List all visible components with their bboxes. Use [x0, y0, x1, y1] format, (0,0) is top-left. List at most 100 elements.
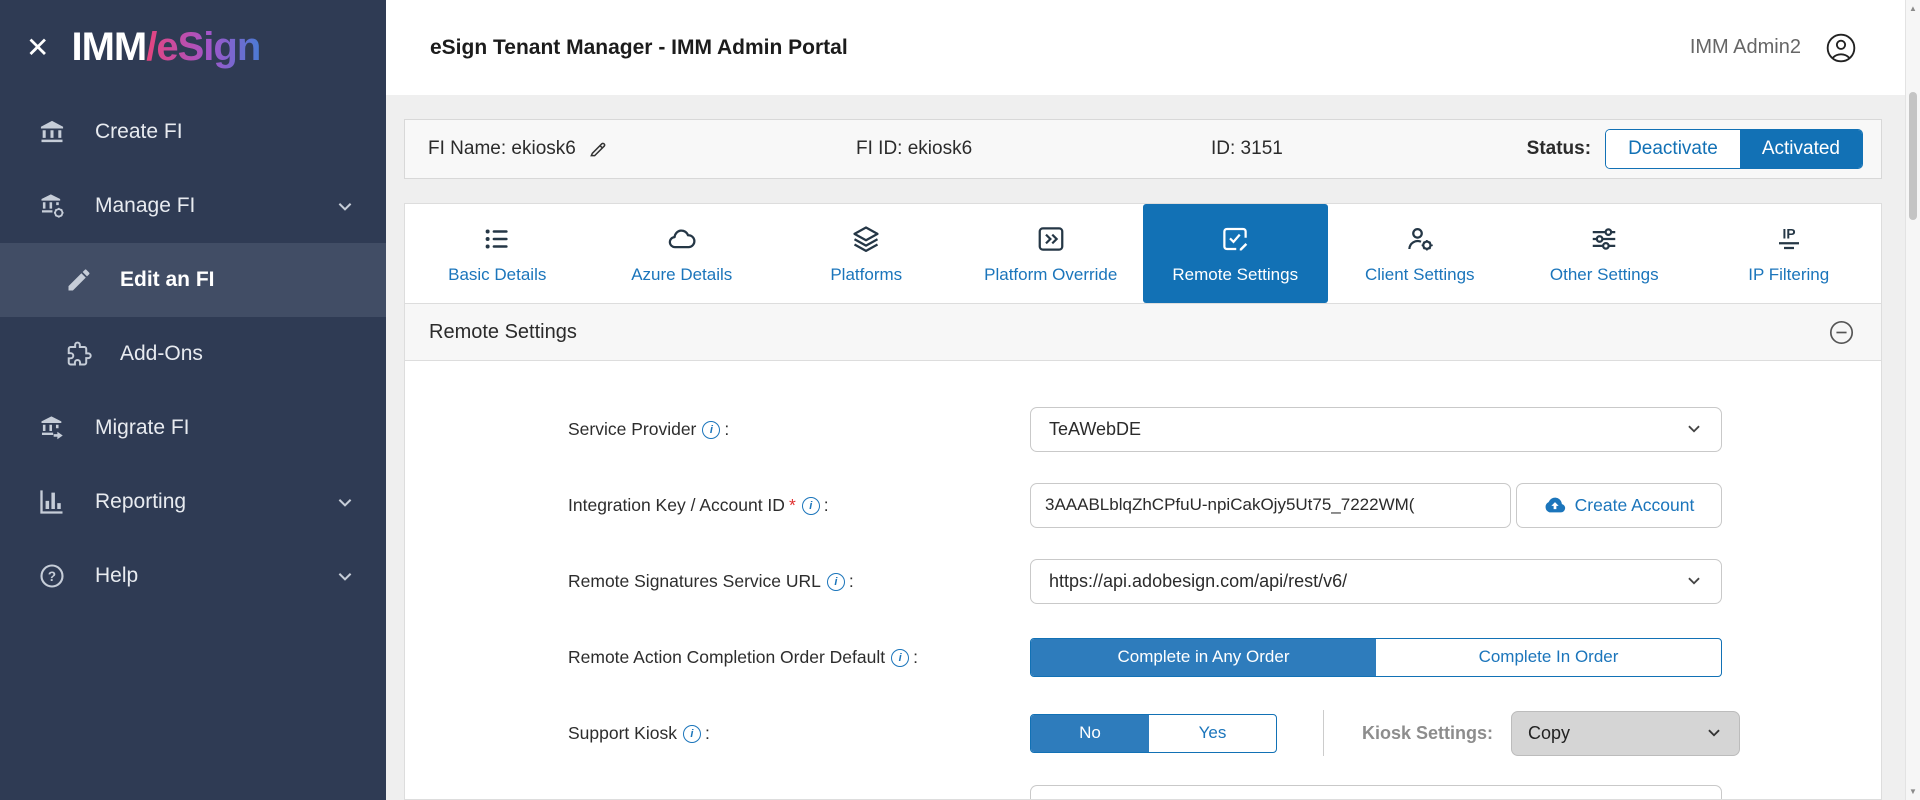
kiosk-no-option[interactable]: No	[1031, 714, 1149, 752]
support-kiosk-toggle: No Yes	[1030, 713, 1277, 753]
tab-azure-details[interactable]: Azure Details	[590, 204, 775, 303]
activated-button[interactable]: Activated	[1739, 130, 1862, 168]
chevron-down-icon	[336, 197, 354, 215]
manage-fi-icon	[37, 191, 67, 221]
sidebar-header: ✕ IMM/eSign	[0, 0, 386, 95]
chevron-down-icon	[336, 493, 354, 511]
select-value: Copy	[1528, 722, 1571, 743]
user-avatar-icon[interactable]	[1825, 32, 1857, 64]
page-scrollbar[interactable]: ▲ ▼	[1905, 0, 1920, 800]
form-row-remote-url: Remote Signatures Service URL i: https://…	[405, 543, 1881, 619]
settings-panel: Basic Details Azure Details Platforms Pl…	[404, 203, 1882, 800]
info-icon[interactable]: i	[891, 648, 910, 667]
info-icon[interactable]: i	[702, 420, 721, 439]
list-icon	[481, 223, 513, 255]
layers-icon	[850, 223, 882, 255]
content-area: FI Name: ekiosk6 FI ID: ekiosk6 ID: 3151…	[386, 95, 1905, 800]
tab-label: Remote Settings	[1172, 264, 1299, 284]
tab-basic-details[interactable]: Basic Details	[405, 204, 590, 303]
info-icon[interactable]: i	[682, 724, 701, 743]
integration-key-label: Integration Key / Account ID * i:	[568, 494, 829, 515]
app-window: ✕ IMM/eSign Create FI Manage FI Edit an …	[0, 0, 1920, 800]
sidebar: ✕ IMM/eSign Create FI Manage FI Edit an …	[0, 0, 386, 800]
main-area: eSign Tenant Manager - IMM Admin Portal …	[386, 0, 1905, 800]
tab-remote-settings[interactable]: Remote Settings	[1143, 204, 1328, 303]
logo-imm: IMM	[71, 25, 147, 69]
complete-any-order-option[interactable]: Complete in Any Order	[1031, 638, 1376, 676]
form-row-completion-order: Remote Action Completion Order Default i:…	[405, 619, 1881, 695]
sidebar-item-reporting[interactable]: Reporting	[0, 465, 386, 539]
tab-other-settings[interactable]: Other Settings	[1512, 204, 1697, 303]
tab-platforms[interactable]: Platforms	[774, 204, 959, 303]
fi-numeric-id: ID: 3151	[1211, 138, 1283, 159]
svg-text:IP: IP	[1782, 226, 1795, 241]
tab-label: Platforms	[830, 264, 903, 284]
integration-key-control: Create Account	[1030, 482, 1722, 528]
scroll-down-arrow[interactable]: ▼	[1906, 787, 1920, 796]
service-provider-select[interactable]: TeAWebDE	[1030, 406, 1722, 452]
chevron-down-icon	[1685, 572, 1703, 590]
complete-in-order-option[interactable]: Complete In Order	[1376, 639, 1721, 676]
next-control-partial	[1030, 785, 1722, 799]
override-icon	[1035, 223, 1067, 255]
edit-pencil-icon[interactable]	[588, 139, 608, 159]
tab-label: Client Settings	[1364, 264, 1475, 284]
sidebar-item-manage-fi[interactable]: Manage FI	[0, 169, 386, 243]
kiosk-settings-select[interactable]: Copy	[1511, 710, 1741, 756]
top-header: eSign Tenant Manager - IMM Admin Portal …	[386, 0, 1905, 95]
fi-name: FI Name: ekiosk6	[428, 138, 576, 159]
completion-order-toggle: Complete in Any Order Complete In Order	[1030, 637, 1722, 677]
sidebar-item-edit-an-fi[interactable]: Edit an FI	[0, 243, 386, 317]
sidebar-item-label: Reporting	[95, 490, 187, 513]
remote-url-control: https://api.adobesign.com/api/rest/v6/	[1030, 558, 1722, 604]
scrollbar-thumb[interactable]	[1909, 92, 1917, 220]
tab-label: Other Settings	[1549, 264, 1659, 284]
sidebar-item-help[interactable]: ? Help	[0, 539, 386, 613]
sidebar-nav: Create FI Manage FI Edit an FI Add-Ons M…	[0, 95, 386, 613]
fi-info-bar: FI Name: ekiosk6 FI ID: ekiosk6 ID: 3151…	[404, 119, 1882, 179]
remote-url-select[interactable]: https://api.adobesign.com/api/rest/v6/	[1030, 558, 1722, 604]
page-title: eSign Tenant Manager - IMM Admin Portal	[430, 35, 848, 59]
support-kiosk-control: No Yes Kiosk Settings: Copy	[1030, 710, 1741, 756]
sidebar-item-migrate-fi[interactable]: Migrate FI	[0, 391, 386, 465]
info-icon[interactable]: i	[801, 496, 820, 515]
chevron-down-icon	[1705, 724, 1723, 742]
close-icon[interactable]: ✕	[26, 33, 49, 62]
service-provider-label: Service Provider i:	[568, 418, 730, 439]
tab-client-settings[interactable]: Client Settings	[1328, 204, 1513, 303]
tab-platform-override[interactable]: Platform Override	[959, 204, 1144, 303]
logo-esign: /eSign	[146, 25, 261, 69]
vertical-divider	[1323, 710, 1324, 756]
sliders-icon	[1588, 223, 1620, 255]
collapse-icon[interactable]	[1828, 319, 1855, 346]
sidebar-item-add-ons[interactable]: Add-Ons	[0, 317, 386, 391]
section-header: Remote Settings	[405, 303, 1881, 361]
client-settings-icon	[1404, 223, 1436, 255]
kiosk-yes-option[interactable]: Yes	[1149, 715, 1276, 752]
chevron-down-icon	[1685, 420, 1703, 438]
tab-ip-filtering[interactable]: IP IP Filtering	[1697, 204, 1882, 303]
user-name: IMM Admin2	[1689, 36, 1801, 58]
tab-label: Basic Details	[448, 264, 547, 284]
tab-label: Azure Details	[631, 264, 733, 284]
select-value: https://api.adobesign.com/api/rest/v6/	[1049, 570, 1348, 591]
ip-filter-icon: IP	[1773, 223, 1805, 255]
info-icon[interactable]: i	[826, 572, 845, 591]
tab-label: Platform Override	[984, 264, 1118, 284]
create-account-button[interactable]: Create Account	[1516, 482, 1722, 528]
sidebar-item-label: Add-Ons	[120, 342, 203, 365]
sidebar-item-label: Migrate FI	[95, 416, 190, 439]
status-label: Status:	[1526, 138, 1592, 159]
sidebar-item-create-fi[interactable]: Create FI	[0, 95, 386, 169]
deactivate-button[interactable]: Deactivate	[1606, 130, 1740, 168]
support-kiosk-label: Support Kiosk i:	[568, 722, 710, 743]
scroll-up-arrow[interactable]: ▲	[1906, 4, 1920, 13]
fi-id: FI ID: ekiosk6	[856, 138, 973, 159]
help-icon: ?	[37, 561, 67, 591]
cloud-upload-icon	[1545, 497, 1565, 513]
migrate-fi-icon	[37, 413, 67, 443]
sidebar-item-label: Help	[95, 564, 139, 587]
integration-key-input[interactable]	[1030, 482, 1511, 528]
form-row-integration-key: Integration Key / Account ID*i: Create A…	[405, 467, 1881, 543]
sidebar-item-label: Manage FI	[95, 194, 196, 217]
